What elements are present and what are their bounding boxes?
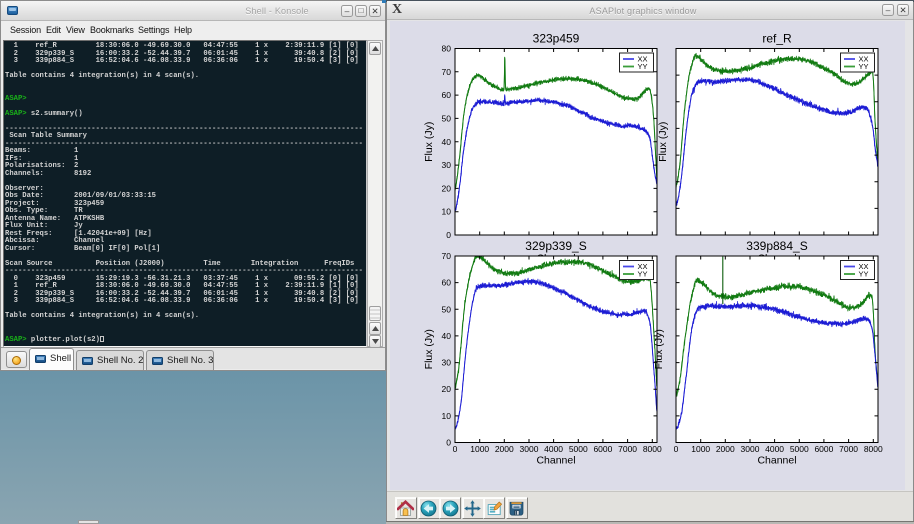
svg-text:1000: 1000 [470, 444, 489, 454]
svg-text:6000: 6000 [814, 444, 833, 454]
svg-text:Flux (Jy): Flux (Jy) [423, 122, 435, 162]
svg-text:20: 20 [442, 384, 452, 394]
svg-text:YY: YY [638, 62, 648, 71]
svg-text:7000: 7000 [618, 444, 637, 454]
svg-text:329p339_S: 329p339_S [525, 239, 586, 253]
svg-text:70: 70 [442, 251, 452, 261]
svg-text:Flux (Jy): Flux (Jy) [653, 329, 665, 369]
svg-text:339p884_S: 339p884_S [746, 239, 807, 253]
svg-text:ref_R: ref_R [762, 32, 792, 46]
svg-text:50: 50 [442, 113, 452, 123]
svg-text:8000: 8000 [864, 444, 883, 454]
svg-text:YY: YY [859, 270, 869, 279]
svg-text:YY: YY [859, 62, 869, 71]
svg-text:323p459: 323p459 [533, 32, 580, 46]
svg-text:7000: 7000 [839, 444, 858, 454]
svg-text:Channel: Channel [757, 455, 796, 467]
svg-text:3000: 3000 [520, 444, 539, 454]
svg-text:5000: 5000 [569, 444, 588, 454]
svg-text:6000: 6000 [593, 444, 612, 454]
svg-text:30: 30 [442, 160, 452, 170]
svg-text:70: 70 [442, 67, 452, 77]
svg-text:50: 50 [442, 304, 452, 314]
svg-text:40: 40 [442, 137, 452, 147]
svg-text:20: 20 [442, 183, 452, 193]
svg-text:0: 0 [674, 444, 679, 454]
svg-text:4000: 4000 [765, 444, 784, 454]
svg-text:0: 0 [453, 444, 458, 454]
svg-text:40: 40 [442, 331, 452, 341]
svg-text:YY: YY [638, 270, 648, 279]
svg-text:80: 80 [442, 44, 452, 54]
svg-text:1000: 1000 [691, 444, 710, 454]
svg-text:2000: 2000 [716, 444, 735, 454]
svg-text:0: 0 [446, 438, 451, 448]
svg-text:2000: 2000 [495, 444, 514, 454]
svg-text:60: 60 [442, 90, 452, 100]
svg-text:5000: 5000 [790, 444, 809, 454]
svg-text:Flux (Jy): Flux (Jy) [423, 329, 435, 369]
svg-text:4000: 4000 [544, 444, 563, 454]
svg-text:10: 10 [442, 411, 452, 421]
svg-text:8000: 8000 [643, 444, 662, 454]
svg-text:10: 10 [442, 207, 452, 217]
svg-text:60: 60 [442, 278, 452, 288]
svg-text:Flux (Jy): Flux (Jy) [657, 122, 669, 162]
svg-text:0: 0 [446, 230, 451, 240]
svg-text:Channel: Channel [536, 455, 575, 467]
svg-text:3000: 3000 [741, 444, 760, 454]
svg-text:30: 30 [442, 358, 452, 368]
